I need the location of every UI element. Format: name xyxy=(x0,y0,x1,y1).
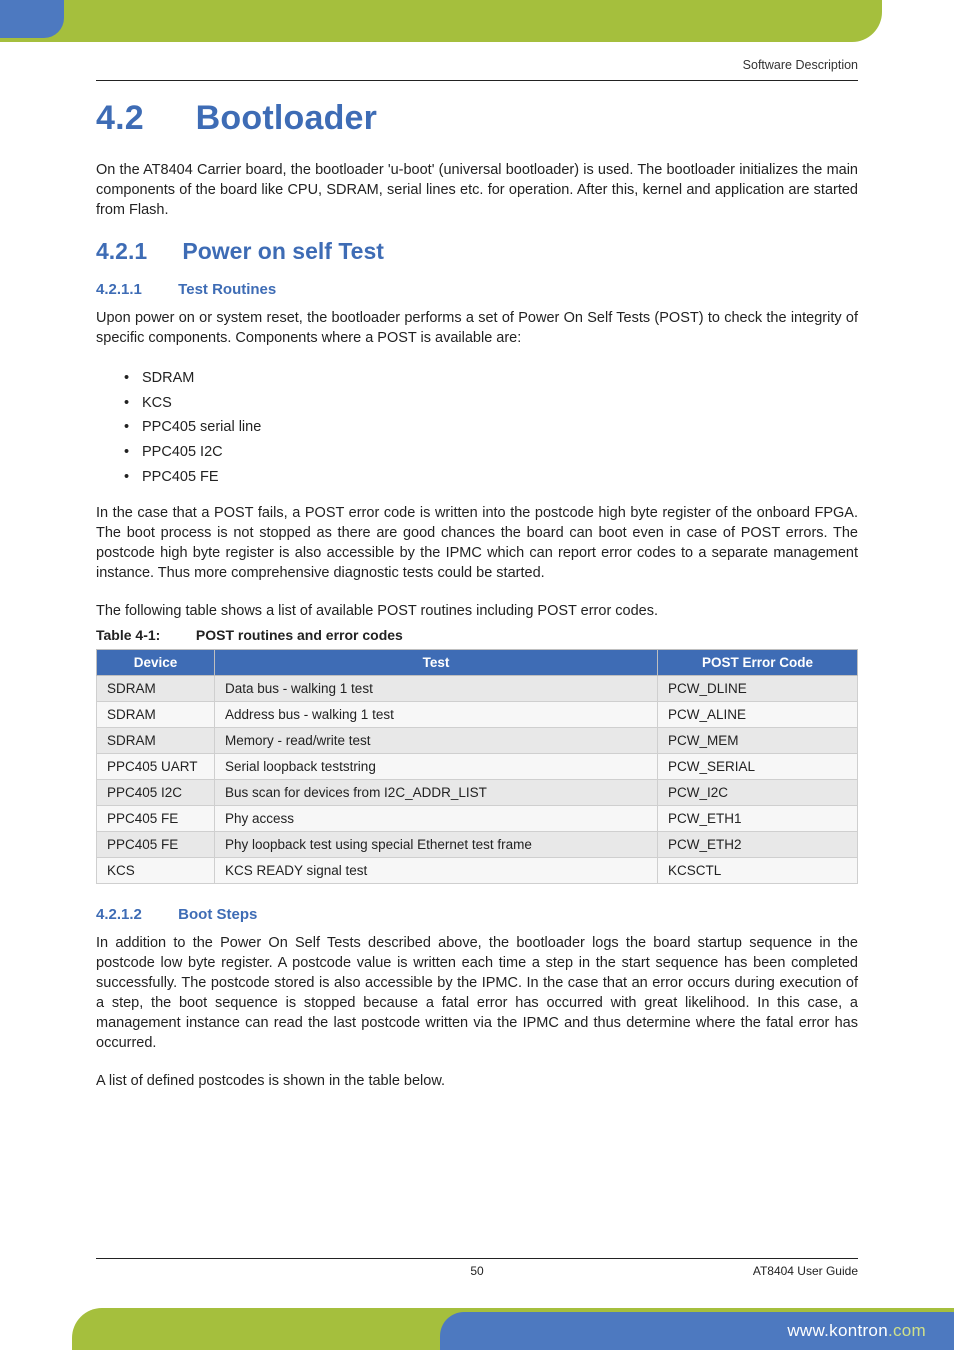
footer-url-www: www. xyxy=(787,1321,829,1340)
list-item: PPC405 I2C xyxy=(124,440,858,465)
para-post-fail: In the case that a POST fails, a POST er… xyxy=(96,503,858,583)
th-error: POST Error Code xyxy=(658,650,858,676)
table-row: KCSKCS READY signal testKCSCTL xyxy=(97,858,858,884)
footer-url-tld: .com xyxy=(888,1321,926,1340)
td: PCW_I2C xyxy=(658,780,858,806)
td: Data bus - walking 1 test xyxy=(215,676,658,702)
section-number: 4.2 xyxy=(96,99,186,138)
subsubsection-heading-a: 4.2.1.1 Test Routines xyxy=(96,281,858,298)
para-bootsteps: In addition to the Power On Self Tests d… xyxy=(96,933,858,1053)
td: PCW_ALINE xyxy=(658,702,858,728)
header-green-band xyxy=(0,0,882,42)
table-row: SDRAMAddress bus - walking 1 testPCW_ALI… xyxy=(97,702,858,728)
header-blue-tab xyxy=(0,0,64,38)
table-caption: Table 4-1: POST routines and error codes xyxy=(96,627,858,643)
td: PCW_ETH2 xyxy=(658,832,858,858)
footer-url-link[interactable]: www.kontron.com xyxy=(787,1321,926,1341)
section-title: Bootloader xyxy=(196,99,377,137)
th-device: Device xyxy=(97,650,215,676)
td: KCS READY signal test xyxy=(215,858,658,884)
subsub-number-b: 4.2.1.2 xyxy=(96,906,174,923)
table-row: SDRAMMemory - read/write testPCW_MEM xyxy=(97,728,858,754)
footer-url-domain: kontron xyxy=(829,1321,888,1340)
td: SDRAM xyxy=(97,676,215,702)
footer-blue-band: www.kontron.com xyxy=(440,1312,954,1350)
page-content: Software Description 4.2 Bootloader On t… xyxy=(96,52,858,1109)
para-intro: On the AT8404 Carrier board, the bootloa… xyxy=(96,160,858,220)
subsub-title-a: Test Routines xyxy=(178,281,276,298)
td: Bus scan for devices from I2C_ADDR_LIST xyxy=(215,780,658,806)
doc-title-footer: AT8404 User Guide xyxy=(753,1264,858,1278)
td: Memory - read/write test xyxy=(215,728,658,754)
table-row: PPC405 I2CBus scan for devices from I2C_… xyxy=(97,780,858,806)
td: PCW_DLINE xyxy=(658,676,858,702)
td: PCW_ETH1 xyxy=(658,806,858,832)
table-header-row: Device Test POST Error Code xyxy=(97,650,858,676)
para-post-intro: Upon power on or system reset, the bootl… xyxy=(96,308,858,348)
table-row: PPC405 UARTSerial loopback teststringPCW… xyxy=(97,754,858,780)
subsubsection-heading-b: 4.2.1.2 Boot Steps xyxy=(96,906,858,923)
list-item: KCS xyxy=(124,391,858,416)
footer-line: 50 AT8404 User Guide xyxy=(96,1258,858,1264)
th-test: Test xyxy=(215,650,658,676)
post-component-list: SDRAM KCS PPC405 serial line PPC405 I2C … xyxy=(124,366,858,489)
td: PPC405 FE xyxy=(97,806,215,832)
subsub-number-a: 4.2.1.1 xyxy=(96,281,174,298)
td: Serial loopback teststring xyxy=(215,754,658,780)
td: PCW_SERIAL xyxy=(658,754,858,780)
page-number: 50 xyxy=(470,1264,483,1278)
table-row: SDRAMData bus - walking 1 testPCW_DLINE xyxy=(97,676,858,702)
td: PPC405 FE xyxy=(97,832,215,858)
section-heading: 4.2 Bootloader xyxy=(96,99,858,138)
td: SDRAM xyxy=(97,728,215,754)
td: Phy loopback test using special Ethernet… xyxy=(215,832,658,858)
list-item: PPC405 FE xyxy=(124,465,858,490)
para-postcodes-lead: A list of defined postcodes is shown in … xyxy=(96,1071,858,1091)
list-item: SDRAM xyxy=(124,366,858,391)
td: PPC405 I2C xyxy=(97,780,215,806)
subsection-number: 4.2.1 xyxy=(96,238,176,265)
td: SDRAM xyxy=(97,702,215,728)
table-caption-label: Table 4-1: xyxy=(96,627,192,643)
td: KCS xyxy=(97,858,215,884)
list-item: PPC405 serial line xyxy=(124,415,858,440)
page-header-decor xyxy=(0,0,954,46)
table-caption-title: POST routines and error codes xyxy=(196,627,403,643)
td: PCW_MEM xyxy=(658,728,858,754)
page-footer-decor: www.kontron.com xyxy=(0,1288,954,1350)
td: PPC405 UART xyxy=(97,754,215,780)
running-head: Software Description xyxy=(96,52,858,81)
table-row: PPC405 FEPhy accessPCW_ETH1 xyxy=(97,806,858,832)
td: Phy access xyxy=(215,806,658,832)
para-table-lead: The following table shows a list of avai… xyxy=(96,601,858,621)
td: KCSCTL xyxy=(658,858,858,884)
table-row: PPC405 FEPhy loopback test using special… xyxy=(97,832,858,858)
post-routines-table: Device Test POST Error Code SDRAMData bu… xyxy=(96,649,858,884)
subsection-heading: 4.2.1 Power on self Test xyxy=(96,238,858,265)
subsub-title-b: Boot Steps xyxy=(178,906,257,923)
td: Address bus - walking 1 test xyxy=(215,702,658,728)
subsection-title: Power on self Test xyxy=(182,238,384,264)
